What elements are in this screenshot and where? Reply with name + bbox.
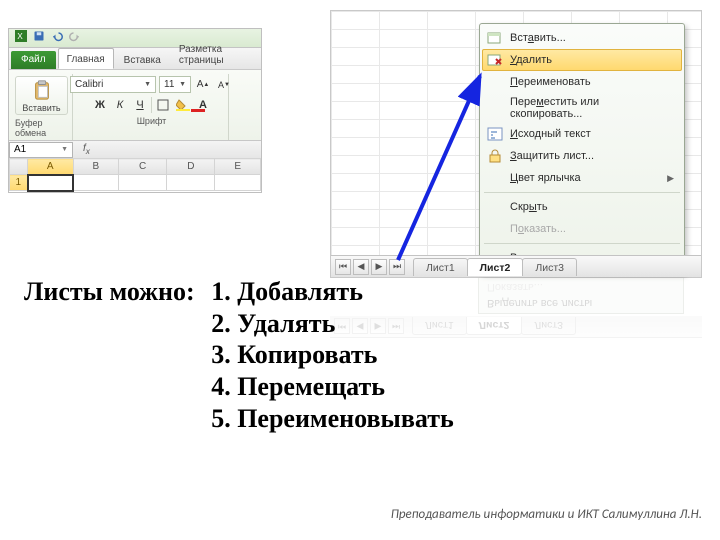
italic-button[interactable]: К (111, 96, 129, 113)
sheet-nav: ⏮ ◀ ▶ ⏭ (331, 259, 409, 275)
ctx-protect[interactable]: Защитить лист... (482, 145, 682, 167)
fx-icon[interactable]: fx (73, 143, 96, 156)
select-all-corner[interactable] (10, 159, 28, 175)
ribbon-tabs: Файл Главная Вставка Разметка страницы (9, 47, 261, 69)
col-header-C[interactable]: C (119, 159, 167, 175)
lesson-item: 3. Копировать (211, 339, 454, 371)
tab-insert[interactable]: Вставка (116, 50, 169, 69)
ctx-color-label: Цвет ярлычка (510, 172, 581, 184)
formula-bar-row: A1▼ fx (9, 140, 261, 158)
tab-page-layout[interactable]: Разметка страницы (171, 39, 259, 69)
ctx-hide[interactable]: Скрыть (482, 196, 682, 218)
paste-label: Вставить (22, 103, 60, 113)
cell-C1[interactable] (119, 175, 167, 191)
lesson-item: 5. Переименовывать (211, 403, 454, 435)
file-tab[interactable]: Файл (11, 51, 56, 69)
ctx-show-label: Показать... (510, 223, 566, 235)
grow-font-icon[interactable]: A▲ (194, 76, 212, 93)
font-color-button[interactable]: A (194, 96, 212, 113)
fill-color-button[interactable] (174, 96, 192, 113)
clipboard-group: Вставить Буфер обмена (11, 74, 73, 140)
sheet-context-menu: Вставить... Удалить Переименовать Переме… (479, 23, 685, 273)
ctx-view-code[interactable]: Исходный текст (482, 123, 682, 145)
cell-B1[interactable] (73, 175, 119, 191)
font-size-value: 11 (164, 79, 174, 90)
sheet-tab-3[interactable]: Лист3 (522, 258, 577, 276)
font-name-combo[interactable]: Calibri▼ (70, 76, 156, 93)
ctx-delete-label: Удалить (510, 54, 552, 66)
ctx-separator (484, 243, 680, 244)
ctx-move-copy[interactable]: Переместить или скопировать... (482, 93, 682, 123)
excel-icon: X (15, 29, 27, 47)
border-button[interactable] (154, 96, 172, 113)
undo-icon[interactable] (51, 29, 63, 47)
ctx-rename-label: Переименовать (510, 76, 591, 88)
col-header-D[interactable]: D (167, 159, 215, 175)
code-icon (486, 126, 504, 142)
sheet-tab-2[interactable]: Лист2 (467, 258, 524, 276)
col-header-B[interactable]: B (73, 159, 119, 175)
paste-button[interactable]: Вставить (15, 76, 67, 115)
lesson-item: 2. Удалять (211, 308, 454, 340)
ctx-protect-label: Защитить лист... (510, 150, 594, 162)
worksheet-grid-left: A B C D E 1 (9, 158, 261, 192)
cell-D1[interactable] (167, 175, 215, 191)
bold-button[interactable]: Ж (91, 96, 109, 113)
font-name-value: Calibri (75, 79, 103, 90)
clipboard-group-label: Буфер обмена (15, 117, 68, 140)
col-header-A[interactable]: A (28, 159, 74, 175)
font-size-combo[interactable]: 11▼ (159, 76, 191, 93)
lesson-list: 1. Добавлять 2. Удалять 3. Копировать 4.… (211, 276, 454, 435)
sheet-tab-1[interactable]: Лист1 (413, 258, 468, 276)
nav-last-icon[interactable]: ⏭ (389, 259, 405, 275)
ctx-hide-label: Скрыть (510, 201, 548, 213)
excel-ribbon-snippet: X Файл Главная Вставка Разметка страницы… (8, 28, 262, 193)
sheet-tab-bar: ⏮ ◀ ▶ ⏭ Лист1 Лист2 Лист3 (331, 255, 701, 277)
name-box-value: A1 (14, 144, 26, 155)
underline-button[interactable]: Ч (131, 96, 149, 113)
lesson-item: 4. Перемещать (211, 371, 454, 403)
ctx-tab-color[interactable]: Цвет ярлычка ▶ (482, 167, 682, 189)
lesson-text: Листы можно: 1. Добавлять 2. Удалять 3. … (24, 276, 454, 435)
nav-prev-icon[interactable]: ◀ (353, 259, 369, 275)
footer-credit: Преподаватель информатики и ИКТ Салимулл… (391, 507, 702, 522)
ctx-code-label: Исходный текст (510, 128, 591, 140)
font-group-label: Шрифт (137, 115, 167, 128)
cell-A1[interactable] (28, 175, 74, 191)
ribbon-body: Вставить Буфер обмена Calibri▼ 11▼ A▲ A▼… (9, 69, 261, 140)
font-group: Calibri▼ 11▼ A▲ A▼ Ж К Ч A Шрифт (75, 74, 229, 140)
tab-home[interactable]: Главная (58, 48, 114, 69)
redo-icon[interactable] (69, 29, 81, 47)
ctx-rename[interactable]: Переименовать (482, 71, 682, 93)
save-icon[interactable] (33, 29, 45, 47)
ctx-insert-label: Вставить... (510, 32, 566, 44)
insert-sheet-icon (486, 30, 504, 46)
name-box[interactable]: A1▼ (9, 142, 73, 158)
excel-sheet-context-snippet: Вставить... Удалить Переименовать Переме… (330, 10, 702, 278)
ctx-delete[interactable]: Удалить (482, 49, 682, 71)
lesson-item: 1. Добавлять (211, 276, 454, 308)
ctx-move-label: Переместить или скопировать... (510, 96, 674, 120)
clipboard-icon (31, 93, 53, 103)
ctx-insert[interactable]: Вставить... (482, 27, 682, 49)
shrink-font-icon[interactable]: A▼ (215, 76, 233, 93)
row-header-1[interactable]: 1 (10, 175, 28, 191)
lock-icon (486, 148, 504, 164)
svg-text:X: X (17, 32, 23, 41)
cell-E1[interactable] (215, 175, 261, 191)
col-header-E[interactable]: E (215, 159, 261, 175)
nav-next-icon[interactable]: ▶ (371, 259, 387, 275)
delete-sheet-icon (486, 52, 504, 68)
ctx-separator (484, 192, 680, 193)
lesson-heading: Листы можно: (24, 276, 195, 308)
nav-first-icon[interactable]: ⏮ (335, 259, 351, 275)
ctx-show: Показать... (482, 218, 682, 240)
submenu-arrow-icon: ▶ (667, 173, 674, 184)
